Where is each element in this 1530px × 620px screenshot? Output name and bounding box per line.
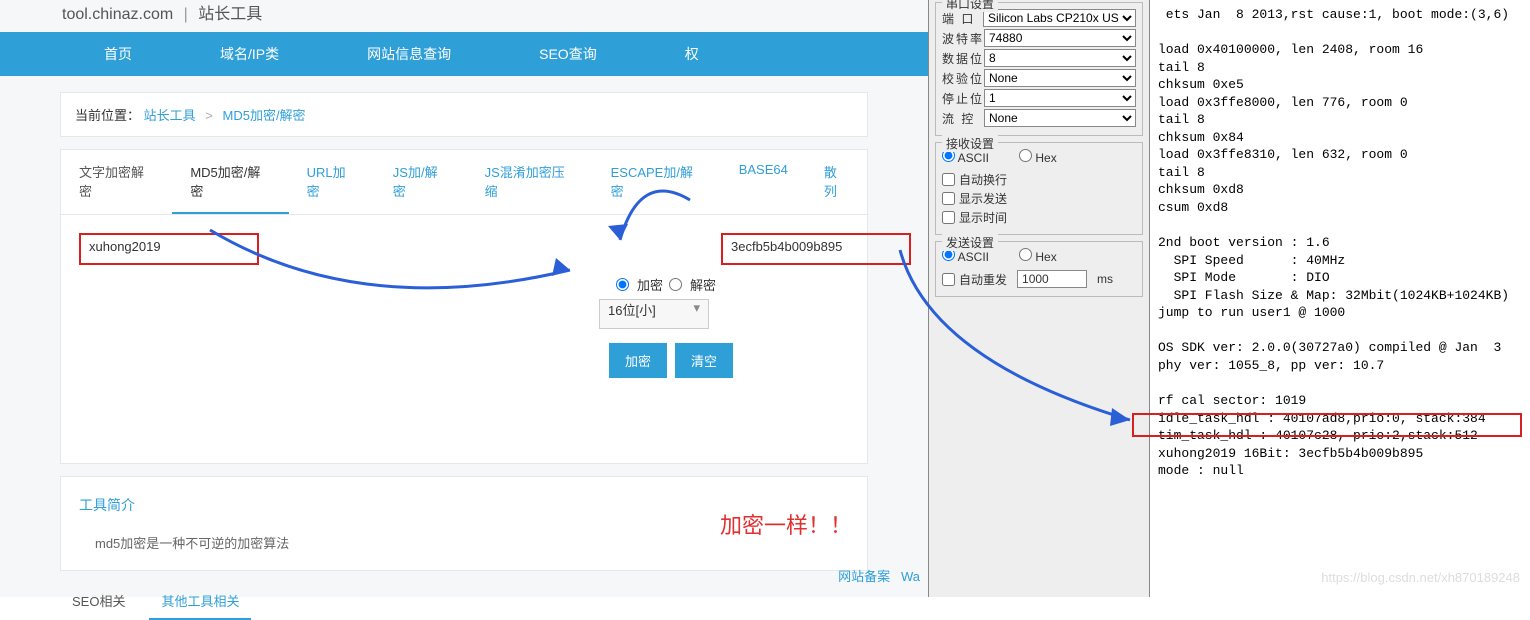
separator: | bbox=[184, 6, 188, 23]
recv-hex-radio[interactable] bbox=[1019, 149, 1032, 162]
site-name: 站长工具 bbox=[198, 6, 262, 23]
tab-md5[interactable]: MD5加密/解密 bbox=[172, 150, 288, 214]
stopbits-select[interactable]: 1 bbox=[984, 89, 1136, 107]
input-text[interactable]: xuhong2019 bbox=[79, 233, 259, 265]
ms-label: ms bbox=[1097, 272, 1113, 286]
flow-select[interactable]: None bbox=[984, 109, 1136, 127]
highlight-box bbox=[1132, 413, 1522, 437]
flow-label: 流 控 bbox=[942, 110, 984, 127]
tab-js[interactable]: JS加/解密 bbox=[375, 150, 467, 214]
tab-hash[interactable]: 散列 bbox=[806, 150, 867, 214]
showtime-label: 显示时间 bbox=[959, 209, 1007, 226]
caret-down-icon: ▾ bbox=[693, 300, 700, 316]
bits-value: 16位[小] bbox=[608, 303, 656, 318]
site-title: tool.chinaz.com | 站长工具 bbox=[0, 0, 928, 32]
bottom-tab-other[interactable]: 其他工具相关 bbox=[149, 583, 251, 620]
tab-text[interactable]: 文字加密解密 bbox=[61, 150, 172, 214]
serial-log: ets Jan 8 2013,rst cause:1, boot mode:(3… bbox=[1150, 0, 1530, 597]
right-links: 网站备案 Wa bbox=[838, 566, 920, 585]
mode-radios: 加密 解密 bbox=[616, 275, 716, 294]
databits-label: 数据位 bbox=[942, 50, 984, 67]
crumb-root[interactable]: 站长工具 bbox=[144, 108, 196, 123]
recv-ascii-label: ASCII bbox=[958, 151, 989, 165]
showsend-checkbox[interactable] bbox=[942, 192, 955, 205]
databits-select[interactable]: 8 bbox=[984, 49, 1136, 67]
send-settings-group: 发送设置 ASCII Hex 自动重发 1000 ms bbox=[935, 241, 1143, 297]
tab-jsob[interactable]: JS混淆加密压缩 bbox=[467, 150, 593, 214]
clear-button[interactable]: 清空 bbox=[675, 343, 733, 378]
crumb-prefix: 当前位置： bbox=[75, 108, 140, 123]
breadcrumb: 当前位置： 站长工具 > MD5加密/解密 bbox=[60, 92, 868, 137]
wrap-checkbox[interactable] bbox=[942, 173, 955, 186]
baud-select[interactable]: 74880 bbox=[984, 29, 1136, 47]
nav-seo[interactable]: SEO查询 bbox=[495, 32, 641, 76]
send-hex-label: Hex bbox=[1035, 250, 1056, 264]
bits-select[interactable]: 16位[小] ▾ bbox=[599, 299, 709, 329]
baud-label: 波特率 bbox=[942, 30, 984, 47]
send-ascii-label: ASCII bbox=[958, 250, 989, 264]
bottom-tab-seo[interactable]: SEO相关 bbox=[60, 583, 137, 620]
crumb-page[interactable]: MD5加密/解密 bbox=[223, 108, 306, 123]
link-wa[interactable]: Wa bbox=[901, 569, 920, 584]
site-domain: tool.chinaz.com bbox=[62, 6, 173, 23]
port-settings-group: 串口设置 端 口Silicon Labs CP210x US 波特率74880 … bbox=[935, 2, 1143, 136]
port-label: 端 口 bbox=[942, 10, 983, 27]
send-legend: 发送设置 bbox=[942, 234, 998, 251]
serial-settings-panel: 串口设置 端 口Silicon Labs CP210x US 波特率74880 … bbox=[928, 0, 1150, 597]
autoresend-checkbox[interactable] bbox=[942, 273, 955, 286]
main-nav: 首页 域名/IP类 网站信息查询 SEO查询 权 bbox=[0, 32, 928, 76]
annotation-text: 加密一样！！ bbox=[720, 508, 852, 540]
parity-select[interactable]: None bbox=[984, 69, 1136, 87]
output-text[interactable]: 3ecfb5b4b009b895 bbox=[721, 233, 911, 265]
nav-home[interactable]: 首页 bbox=[60, 32, 176, 76]
recv-settings-group: 接收设置 ASCII Hex 自动换行 显示发送 显示时间 bbox=[935, 142, 1143, 235]
radio-encrypt-label: 加密 bbox=[637, 275, 663, 294]
nav-domain[interactable]: 域名/IP类 bbox=[176, 32, 323, 76]
recv-legend: 接收设置 bbox=[942, 135, 998, 152]
parity-label: 校验位 bbox=[942, 70, 984, 87]
resend-interval-input[interactable]: 1000 bbox=[1017, 270, 1087, 288]
showsend-label: 显示发送 bbox=[959, 190, 1007, 207]
tool-panel: xuhong2019 3ecfb5b4b009b895 加密 解密 16位[小]… bbox=[60, 214, 868, 464]
bottom-tabs: SEO相关 其他工具相关 bbox=[60, 583, 868, 620]
nav-siteinfo[interactable]: 网站信息查询 bbox=[323, 32, 495, 76]
port-legend: 串口设置 bbox=[942, 0, 998, 12]
showtime-checkbox[interactable] bbox=[942, 211, 955, 224]
autoresend-label: 自动重发 bbox=[959, 271, 1007, 288]
radio-encrypt[interactable] bbox=[616, 278, 629, 291]
tool-tabs: 文字加密解密 MD5加密/解密 URL加密 JS加/解密 JS混淆加密压缩 ES… bbox=[60, 149, 868, 214]
watermark: https://blog.csdn.net/xh870189248 bbox=[1321, 569, 1520, 587]
tab-escape[interactable]: ESCAPE加/解密 bbox=[593, 150, 721, 214]
encrypt-button[interactable]: 加密 bbox=[609, 343, 667, 378]
port-select[interactable]: Silicon Labs CP210x US bbox=[983, 9, 1136, 27]
tab-base64[interactable]: BASE64 bbox=[721, 150, 806, 214]
radio-decrypt-label: 解密 bbox=[690, 275, 716, 294]
send-hex-radio[interactable] bbox=[1019, 248, 1032, 261]
crumb-sep: > bbox=[205, 108, 213, 123]
wrap-label: 自动换行 bbox=[959, 171, 1007, 188]
link-beian[interactable]: 网站备案 bbox=[838, 569, 890, 584]
stopbits-label: 停止位 bbox=[942, 90, 984, 107]
nav-more[interactable]: 权 bbox=[641, 32, 743, 76]
radio-decrypt[interactable] bbox=[669, 278, 682, 291]
tab-url[interactable]: URL加密 bbox=[289, 150, 375, 214]
recv-hex-label: Hex bbox=[1035, 151, 1056, 165]
